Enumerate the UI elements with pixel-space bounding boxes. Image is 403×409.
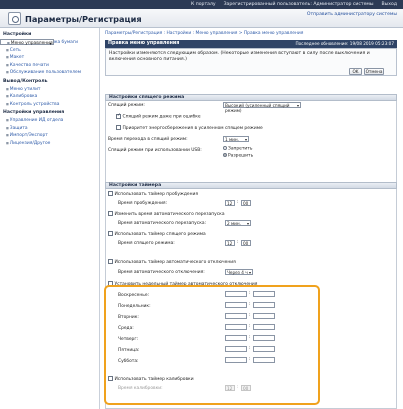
usb-allow-label: Разрешить: [228, 153, 254, 159]
auto-off-label: Использовать таймер автоматического откл…: [114, 260, 236, 265]
logged-in-user: Зарегистрированный пользователь: Админис…: [223, 2, 374, 7]
usb-allow-radio[interactable]: [223, 153, 227, 157]
wakeup-time-label: Время пробуждения:: [118, 201, 168, 206]
sidebar-item-security[interactable]: Защита: [0, 125, 99, 133]
sidebar-item-device-control[interactable]: Контроль устройства: [0, 101, 99, 109]
transition-time-label: Время перехода в спящий режим:: [108, 137, 188, 142]
sleep-minute-input[interactable]: 00: [241, 240, 251, 246]
wakeup-hour-input[interactable]: 12: [225, 200, 235, 206]
sleep-on-error-checkbox[interactable]: [116, 114, 121, 119]
page-header: Параметры/Регистрация Отправить админист…: [0, 9, 403, 28]
usb-forbid-row[interactable]: Запретить: [223, 146, 252, 152]
usb-sleep-label: Спящий режим при использовании USB:: [108, 148, 202, 153]
priority-row[interactable]: Приоритет энергосбережения в усиленном с…: [116, 125, 263, 131]
auto-off-row[interactable]: Использовать таймер автоматического откл…: [108, 259, 236, 265]
panel-title: Правка меню управления: [108, 41, 180, 46]
sleep-timer-label: Использовать таймер спящего режима: [114, 232, 206, 237]
sleep-on-error-row[interactable]: Спящий режим даже при ошибке: [116, 114, 201, 120]
sidebar-item-print-quality[interactable]: Качество печати: [0, 62, 99, 70]
sidebar-item-layout[interactable]: Макет: [0, 54, 99, 62]
timer-section-header: Настройки таймера: [105, 182, 397, 189]
sidebar-item-network[interactable]: Сеть: [0, 47, 99, 55]
sidebar-section-management[interactable]: Настройки управления: [0, 108, 99, 117]
portal-link[interactable]: К порталу: [191, 2, 216, 7]
auto-off-time-select[interactable]: Через 4 ч: [225, 269, 253, 275]
auto-reset-checkbox[interactable]: [108, 211, 113, 216]
auto-reset-label: Изменить время автоматического перезапус…: [114, 212, 225, 217]
priority-checkbox[interactable]: [116, 125, 121, 130]
sidebar-item-user-maintenance[interactable]: Обслуживание пользователем: [0, 69, 99, 77]
usb-allow-row[interactable]: Разрешить: [223, 153, 253, 159]
usb-forbid-label: Запретить: [228, 146, 253, 152]
auto-reset-row[interactable]: Изменить время автоматического перезапус…: [108, 211, 225, 217]
settings-registration-icon: [8, 12, 21, 25]
sidebar: Настройки Меню управления Настройки исто…: [0, 28, 100, 409]
sleep-colon: :: [237, 240, 239, 245]
page-title: Параметры/Регистрация: [25, 14, 142, 24]
logout-link[interactable]: Выход: [382, 2, 397, 7]
sleep-mode-label: Спящий режим:: [108, 103, 145, 108]
sidebar-item-utility-menu[interactable]: Меню утилит: [0, 86, 99, 94]
usb-forbid-radio[interactable]: [223, 146, 227, 150]
priority-label: Приоритет энергосбережения в усиленном с…: [122, 126, 263, 131]
highlight-frame: [104, 285, 320, 405]
sleep-mode-select[interactable]: Высокий (усиленный спящий режим): [223, 102, 301, 113]
sidebar-item-department-id[interactable]: Управление ИД отдела: [0, 117, 99, 125]
auto-off-checkbox[interactable]: [108, 259, 113, 264]
ok-button[interactable]: OK: [349, 68, 362, 75]
panel-header: Правка меню управления Последнее обновле…: [105, 40, 397, 48]
top-bar: К порталу Зарегистрированный пользовател…: [0, 0, 403, 9]
sidebar-item-control-menu[interactable]: Меню управления: [0, 39, 54, 48]
sidebar-item-calibration[interactable]: Калибровка: [0, 93, 99, 101]
auto-reset-time-select[interactable]: 2 мин.: [225, 220, 251, 226]
wakeup-minute-input[interactable]: 00: [241, 200, 251, 206]
sleep-section-header: Настройки спящего режима: [105, 94, 397, 101]
last-updated: Последнее обновление: 19/08 2019 05:23:0…: [295, 41, 394, 46]
sleep-hour-input[interactable]: 12: [225, 240, 235, 246]
sidebar-section-settings[interactable]: Настройки: [0, 30, 99, 39]
send-to-admin-link[interactable]: Отправить администратору системы: [307, 12, 397, 17]
wakeup-timer-label: Использовать таймер пробуждения: [114, 192, 199, 197]
notice-text: Настройки изменяются следующим образом. …: [109, 51, 370, 62]
sidebar-item-license[interactable]: Лицензия/Другое: [0, 140, 99, 148]
auto-off-time-label: Время автоматического отключения:: [118, 270, 205, 275]
wakeup-colon: :: [237, 200, 239, 205]
sidebar-item-import-export[interactable]: Импорт/Экспорт: [0, 132, 99, 140]
sidebar-section-output[interactable]: Вывод/Контроль: [0, 77, 99, 86]
cancel-button[interactable]: Отмена: [364, 68, 384, 75]
wakeup-timer-row[interactable]: Использовать таймер пробуждения: [108, 191, 198, 197]
sleep-timer-checkbox[interactable]: [108, 231, 113, 236]
sleep-on-error-label: Спящий режим даже при ошибке: [122, 114, 201, 120]
wakeup-timer-checkbox[interactable]: [108, 191, 113, 196]
transition-time-select[interactable]: 1 мин.: [223, 136, 249, 142]
breadcrumb[interactable]: Параметры/Регистрация : Настройки : Меню…: [105, 31, 303, 36]
sleep-time-label: Время спящего режима:: [118, 241, 175, 246]
auto-reset-time-label: Время автоматического перезапуска:: [118, 221, 207, 226]
sleep-timer-row[interactable]: Использовать таймер спящего режима: [108, 231, 206, 237]
